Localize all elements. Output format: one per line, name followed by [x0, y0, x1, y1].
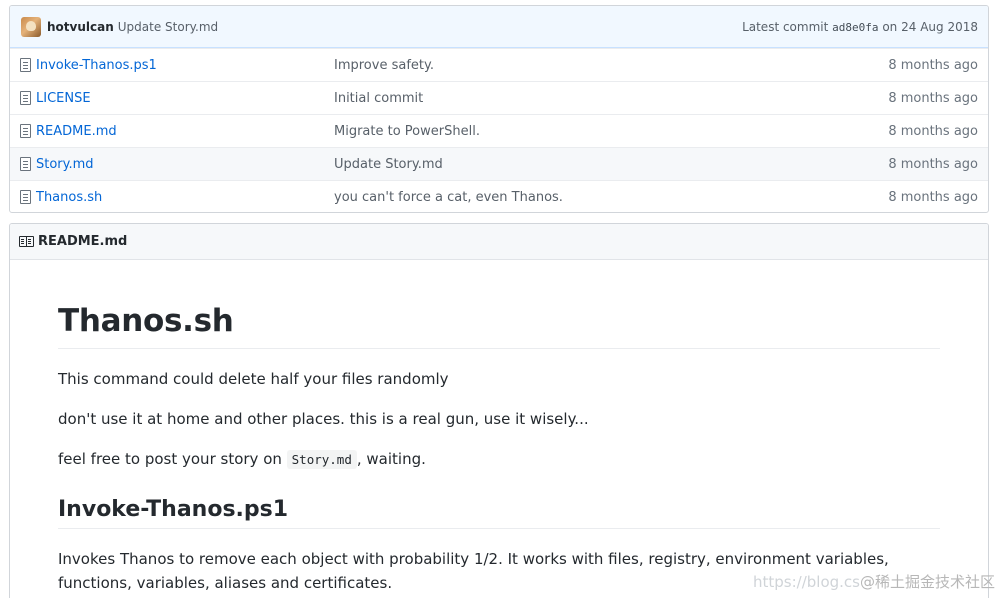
file-age: 8 months ago [888, 90, 978, 106]
file-list: hotvulcan Update Story.md Latest commit … [9, 5, 989, 213]
file-commit-message[interactable]: Improve safety. [334, 58, 888, 73]
latest-commit-label: Latest commit [742, 19, 829, 34]
readme-panel: README.md Thanos.sh This command could d… [9, 223, 989, 598]
table-row: README.md Migrate to PowerShell. 8 month… [10, 114, 988, 147]
file-icon [20, 91, 31, 105]
file-age: 8 months ago [888, 189, 978, 205]
watermark-url: https://blog.cs [752, 573, 860, 591]
readme-paragraph: This command could delete half your file… [58, 370, 449, 388]
paragraph-text: feel free to post your story on [58, 450, 287, 468]
latest-commit-bar: hotvulcan Update Story.md Latest commit … [10, 6, 988, 48]
file-name-link[interactable]: Story.md [36, 157, 334, 172]
table-row: Story.md Update Story.md 8 months ago [10, 147, 988, 180]
commit-author[interactable]: hotvulcan [47, 20, 114, 34]
commit-date: 24 Aug 2018 [901, 19, 978, 34]
readme-paragraph: don't use it at home and other places. t… [58, 410, 589, 428]
readme-header: README.md [10, 224, 988, 260]
file-icon [20, 58, 31, 72]
file-icon [20, 190, 31, 204]
paragraph-text: , waiting. [356, 450, 426, 468]
readme-header-title: README.md [38, 234, 128, 249]
table-row: LICENSE Initial commit 8 months ago [10, 81, 988, 114]
file-age: 8 months ago [888, 123, 978, 139]
readme-paragraph: feel free to post your story on Story.md… [58, 448, 940, 471]
commit-meta: Latest commit ad8e0fa on 24 Aug 2018 [742, 20, 978, 34]
file-age: 8 months ago [888, 57, 978, 73]
file-commit-message[interactable]: Update Story.md [334, 157, 888, 172]
file-commit-message[interactable]: Initial commit [334, 91, 888, 106]
file-name-link[interactable]: README.md [36, 124, 334, 139]
file-commit-message[interactable]: Migrate to PowerShell. [334, 124, 888, 139]
file-name-link[interactable]: Invoke-Thanos.ps1 [36, 58, 334, 73]
page: hotvulcan Update Story.md Latest commit … [0, 0, 1001, 598]
file-name-link[interactable]: LICENSE [36, 91, 334, 106]
file-name-link[interactable]: Thanos.sh [36, 190, 334, 205]
table-row: Thanos.sh you can't force a cat, even Th… [10, 180, 988, 212]
commit-sha[interactable]: ad8e0fa [832, 21, 878, 34]
readme-body: Thanos.sh This command could delete half… [10, 303, 988, 595]
commit-message[interactable]: Update Story.md [118, 20, 218, 34]
readme-title: Thanos.sh [58, 303, 940, 349]
readme-section-heading: Invoke-Thanos.ps1 [58, 497, 940, 529]
file-age: 8 months ago [888, 156, 978, 172]
table-row: Invoke-Thanos.ps1 Improve safety. 8 mont… [10, 48, 988, 81]
avatar[interactable] [21, 16, 41, 37]
watermark-text: @稀土掘金技术社区 [859, 573, 995, 591]
file-icon [20, 157, 31, 171]
watermark: https://blog.cs@稀土掘金技术社区 [753, 571, 995, 592]
book-icon [19, 236, 34, 247]
file-icon [20, 124, 31, 138]
commit-date-prefix: on [882, 19, 898, 34]
file-commit-message[interactable]: you can't force a cat, even Thanos. [334, 190, 888, 205]
inline-code: Story.md [286, 450, 357, 469]
